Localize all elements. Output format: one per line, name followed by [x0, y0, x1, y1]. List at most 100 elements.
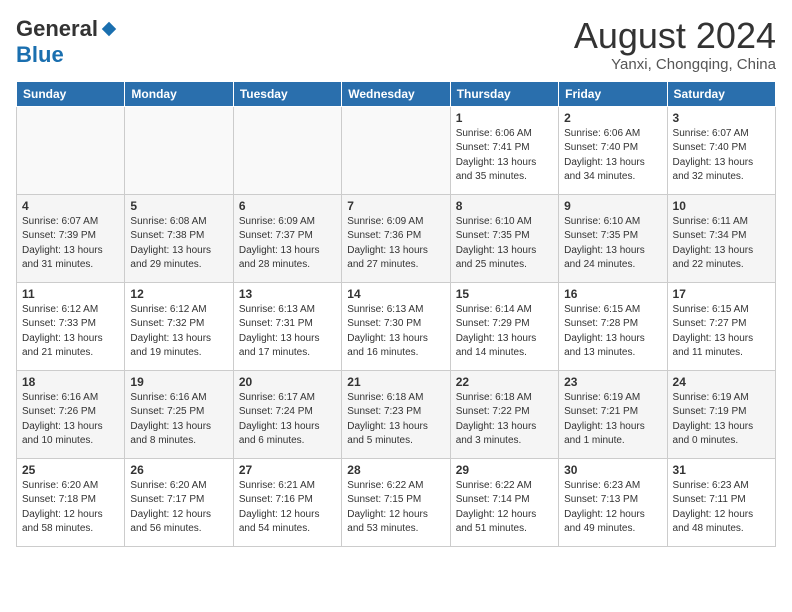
day-number: 14	[347, 287, 444, 301]
day-info: Sunrise: 6:16 AM Sunset: 7:26 PM Dayligh…	[22, 391, 119, 449]
day-info: Sunrise: 6:12 AM Sunset: 7:32 PM Dayligh…	[130, 303, 227, 361]
day-info: Sunrise: 6:10 AM Sunset: 7:35 PM Dayligh…	[456, 215, 553, 273]
calendar-cell: 31Sunrise: 6:23 AM Sunset: 7:11 PM Dayli…	[667, 458, 775, 546]
calendar-cell: 20 Sunrise: 6:17 AM Sunset: 7:24 PM Dayli…	[233, 370, 341, 458]
calendar-cell: 22 Sunrise: 6:18 AM Sunset: 7:22 PM Dayli…	[450, 370, 558, 458]
day-info: Sunrise: 6:10 AM Sunset: 7:35 PM Dayligh…	[564, 215, 661, 273]
header-row: SundayMondayTuesdayWednesdayThursdayFrid…	[17, 81, 776, 106]
day-number: 12	[130, 287, 227, 301]
day-info: Sunrise: 6:21 AM Sunset: 7:16 PM Dayligh…	[239, 479, 336, 537]
day-number: 29	[456, 463, 553, 477]
logo: General Blue	[16, 16, 118, 68]
calendar-cell: 28Sunrise: 6:22 AM Sunset: 7:15 PM Dayli…	[342, 458, 450, 546]
day-info: Sunrise: 6:13 AM Sunset: 7:31 PM Dayligh…	[239, 303, 336, 361]
day-info: Sunrise: 6:18 AM Sunset: 7:23 PM Dayligh…	[347, 391, 444, 449]
calendar-cell: 17 Sunrise: 6:15 AM Sunset: 7:27 PM Dayli…	[667, 282, 775, 370]
day-number: 18	[22, 375, 119, 389]
calendar-cell: 16 Sunrise: 6:15 AM Sunset: 7:28 PM Dayli…	[559, 282, 667, 370]
header-day: Wednesday	[342, 81, 450, 106]
day-info: Sunrise: 6:15 AM Sunset: 7:28 PM Dayligh…	[564, 303, 661, 361]
day-info: Sunrise: 6:20 AM Sunset: 7:17 PM Dayligh…	[130, 479, 227, 537]
day-number: 22	[456, 375, 553, 389]
calendar-cell: 6Sunrise: 6:09 AM Sunset: 7:37 PM Daylig…	[233, 194, 341, 282]
logo-blue: Blue	[16, 42, 64, 68]
calendar-cell: 23 Sunrise: 6:19 AM Sunset: 7:21 PM Dayli…	[559, 370, 667, 458]
day-info: Sunrise: 6:18 AM Sunset: 7:22 PM Dayligh…	[456, 391, 553, 449]
day-number: 24	[673, 375, 770, 389]
day-number: 11	[22, 287, 119, 301]
header-day: Tuesday	[233, 81, 341, 106]
calendar-cell: 7 Sunrise: 6:09 AM Sunset: 7:36 PM Daylig…	[342, 194, 450, 282]
calendar-cell: 25Sunrise: 6:20 AM Sunset: 7:18 PM Dayli…	[17, 458, 125, 546]
day-info: Sunrise: 6:14 AM Sunset: 7:29 PM Dayligh…	[456, 303, 553, 361]
day-number: 20	[239, 375, 336, 389]
calendar-cell: 4 Sunrise: 6:07 AM Sunset: 7:39 PM Daylig…	[17, 194, 125, 282]
header-day: Sunday	[17, 81, 125, 106]
header-day: Friday	[559, 81, 667, 106]
day-info: Sunrise: 6:15 AM Sunset: 7:27 PM Dayligh…	[673, 303, 770, 361]
calendar-cell: 13 Sunrise: 6:13 AM Sunset: 7:31 PM Dayli…	[233, 282, 341, 370]
calendar-cell: 30Sunrise: 6:23 AM Sunset: 7:13 PM Dayli…	[559, 458, 667, 546]
calendar-cell	[17, 106, 125, 194]
calendar-cell: 2Sunrise: 6:06 AM Sunset: 7:40 PM Daylig…	[559, 106, 667, 194]
calendar-header: SundayMondayTuesdayWednesdayThursdayFrid…	[17, 81, 776, 106]
day-number: 2	[564, 111, 661, 125]
calendar-cell: 27 Sunrise: 6:21 AM Sunset: 7:16 PM Dayli…	[233, 458, 341, 546]
day-number: 23	[564, 375, 661, 389]
calendar-row: 25Sunrise: 6:20 AM Sunset: 7:18 PM Dayli…	[17, 458, 776, 546]
header-day: Monday	[125, 81, 233, 106]
day-number: 25	[22, 463, 119, 477]
calendar-row: 4 Sunrise: 6:07 AM Sunset: 7:39 PM Daylig…	[17, 194, 776, 282]
calendar-body: 1 Sunrise: 6:06 AM Sunset: 7:41 PM Daylig…	[17, 106, 776, 546]
calendar-cell	[233, 106, 341, 194]
calendar-row: 1 Sunrise: 6:06 AM Sunset: 7:41 PM Daylig…	[17, 106, 776, 194]
header-day: Saturday	[667, 81, 775, 106]
day-info: Sunrise: 6:11 AM Sunset: 7:34 PM Dayligh…	[673, 215, 770, 273]
calendar-cell: 12 Sunrise: 6:12 AM Sunset: 7:32 PM Dayli…	[125, 282, 233, 370]
calendar-cell	[125, 106, 233, 194]
day-number: 17	[673, 287, 770, 301]
day-number: 13	[239, 287, 336, 301]
day-info: Sunrise: 6:17 AM Sunset: 7:24 PM Dayligh…	[239, 391, 336, 449]
day-number: 26	[130, 463, 227, 477]
day-number: 28	[347, 463, 444, 477]
location-subtitle: Yanxi, Chongqing, China	[574, 56, 776, 73]
calendar-table: SundayMondayTuesdayWednesdayThursdayFrid…	[16, 81, 776, 547]
day-info: Sunrise: 6:13 AM Sunset: 7:30 PM Dayligh…	[347, 303, 444, 361]
day-info: Sunrise: 6:07 AM Sunset: 7:40 PM Dayligh…	[673, 127, 770, 185]
day-info: Sunrise: 6:19 AM Sunset: 7:21 PM Dayligh…	[564, 391, 661, 449]
calendar-cell: 14 Sunrise: 6:13 AM Sunset: 7:30 PM Dayli…	[342, 282, 450, 370]
day-number: 7	[347, 199, 444, 213]
calendar-cell	[342, 106, 450, 194]
calendar-cell: 18 Sunrise: 6:16 AM Sunset: 7:26 PM Dayli…	[17, 370, 125, 458]
day-number: 3	[673, 111, 770, 125]
day-number: 4	[22, 199, 119, 213]
calendar-cell: 3 Sunrise: 6:07 AM Sunset: 7:40 PM Daylig…	[667, 106, 775, 194]
day-number: 31	[673, 463, 770, 477]
day-info: Sunrise: 6:22 AM Sunset: 7:14 PM Dayligh…	[456, 479, 553, 537]
page-header: General Blue August 2024 Yanxi, Chongqin…	[16, 16, 776, 73]
day-info: Sunrise: 6:09 AM Sunset: 7:36 PM Dayligh…	[347, 215, 444, 273]
day-number: 10	[673, 199, 770, 213]
day-info: Sunrise: 6:23 AM Sunset: 7:13 PM Dayligh…	[564, 479, 661, 537]
day-info: Sunrise: 6:09 AM Sunset: 7:37 PM Dayligh…	[239, 215, 336, 273]
calendar-cell: 9Sunrise: 6:10 AM Sunset: 7:35 PM Daylig…	[559, 194, 667, 282]
day-number: 5	[130, 199, 227, 213]
day-number: 15	[456, 287, 553, 301]
calendar-cell: 8Sunrise: 6:10 AM Sunset: 7:35 PM Daylig…	[450, 194, 558, 282]
calendar-cell: 10 Sunrise: 6:11 AM Sunset: 7:34 PM Dayli…	[667, 194, 775, 282]
logo-general: General	[16, 16, 98, 42]
calendar-cell: 11Sunrise: 6:12 AM Sunset: 7:33 PM Dayli…	[17, 282, 125, 370]
day-number: 27	[239, 463, 336, 477]
day-number: 16	[564, 287, 661, 301]
calendar-row: 18 Sunrise: 6:16 AM Sunset: 7:26 PM Dayli…	[17, 370, 776, 458]
calendar-cell: 1 Sunrise: 6:06 AM Sunset: 7:41 PM Daylig…	[450, 106, 558, 194]
calendar-cell: 19Sunrise: 6:16 AM Sunset: 7:25 PM Dayli…	[125, 370, 233, 458]
day-info: Sunrise: 6:16 AM Sunset: 7:25 PM Dayligh…	[130, 391, 227, 449]
month-title: August 2024	[574, 16, 776, 56]
calendar-cell: 26 Sunrise: 6:20 AM Sunset: 7:17 PM Dayli…	[125, 458, 233, 546]
day-info: Sunrise: 6:06 AM Sunset: 7:41 PM Dayligh…	[456, 127, 553, 185]
day-info: Sunrise: 6:07 AM Sunset: 7:39 PM Dayligh…	[22, 215, 119, 273]
day-number: 1	[456, 111, 553, 125]
day-info: Sunrise: 6:19 AM Sunset: 7:19 PM Dayligh…	[673, 391, 770, 449]
